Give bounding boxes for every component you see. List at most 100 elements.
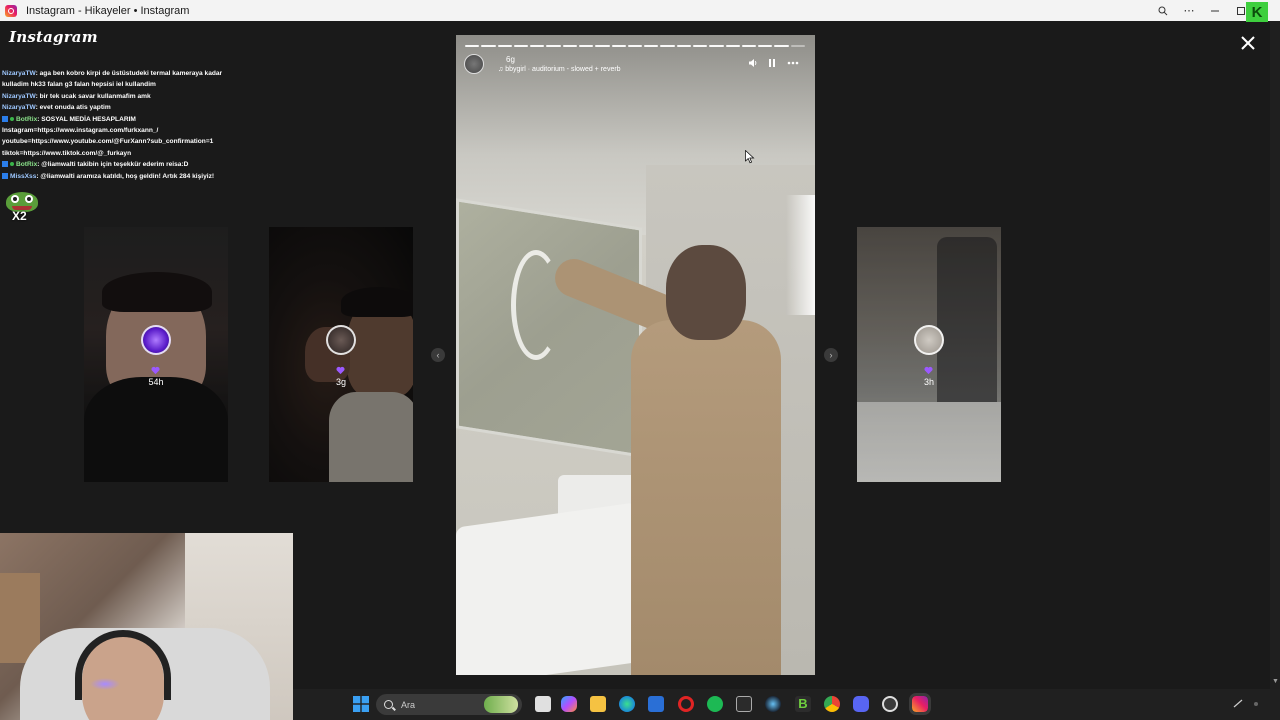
current-story[interactable]: 6g ♫ bbygirl · auditorium - slowed + rev… xyxy=(456,35,815,675)
windows-taskbar: Ara B xyxy=(293,689,1280,720)
close-story-button[interactable] xyxy=(1238,33,1258,53)
story-image-person xyxy=(631,320,781,675)
chat-text: : SOSYAL MEDİA HESAPLARIM xyxy=(37,115,136,123)
instagram-app-icon xyxy=(5,4,17,17)
chat-username[interactable]: NizaryaTW xyxy=(2,70,36,77)
chat-badge-icon xyxy=(2,115,8,122)
chat-message: youtube=https://www.youtube.com/@FurXann… xyxy=(2,136,262,147)
story-progress-segment xyxy=(546,45,561,47)
store-icon[interactable] xyxy=(648,696,664,712)
chat-text: : @liamwalti takibin için teşekkür ederi… xyxy=(37,161,189,169)
edge-icon[interactable] xyxy=(619,696,635,712)
story-progress-segment xyxy=(660,45,675,47)
story-progress-bar xyxy=(465,45,805,47)
mute-button[interactable] xyxy=(746,58,760,71)
story-progress-segment xyxy=(676,45,691,47)
chat-text: : @liamwalti aramıza katıldı, hoş geldin… xyxy=(36,172,215,180)
instagram-icon[interactable] xyxy=(909,693,931,715)
chat-username[interactable]: MissXss xyxy=(10,173,36,180)
chat-username[interactable]: NizaryaTW xyxy=(2,104,36,111)
obs-icon[interactable] xyxy=(882,696,898,712)
chat-username[interactable]: BotRix xyxy=(16,116,37,123)
emote-multiplier: X2 xyxy=(12,209,27,223)
story-progress-segment xyxy=(790,45,805,47)
b-app-icon[interactable]: B xyxy=(795,696,811,712)
more-options-icon[interactable]: ⋯ xyxy=(1176,0,1202,21)
story-card-avatar xyxy=(914,325,944,355)
chat-message: MissXss: @liamwalti aramıza katıldı, hoş… xyxy=(2,171,262,182)
story-card-avatar xyxy=(326,325,356,355)
chat-username[interactable]: NizaryaTW xyxy=(2,93,36,100)
chat-text: kulladim hk33 falan g3 falan hepsisi iel… xyxy=(2,81,156,89)
search-icon xyxy=(384,700,393,709)
story-progress-segment xyxy=(741,45,757,47)
scroll-down-arrow[interactable]: ▼ xyxy=(1272,678,1279,686)
previous-story-arrow[interactable]: ‹ xyxy=(431,348,445,362)
chrome-icon[interactable] xyxy=(824,696,840,712)
story-progress-segment xyxy=(611,45,626,47)
chat-username[interactable]: BotRix xyxy=(16,161,37,168)
story-timestamp: 6g xyxy=(506,55,515,64)
chat-message: BotRix: @liamwalti takibin için teşekkür… xyxy=(2,159,262,170)
story-progress-segment xyxy=(644,45,659,47)
story-music-text: bbygirl · auditorium - slowed + reverb xyxy=(505,66,621,73)
more-icon xyxy=(787,61,799,65)
story-card-2[interactable]: 3g xyxy=(269,227,413,482)
story-card-time: 54h xyxy=(148,377,164,387)
file-explorer-icon[interactable] xyxy=(590,696,606,712)
story-card-3[interactable]: 3h xyxy=(857,227,1001,482)
chat-message: BotRix: SOSYAL MEDİA HESAPLARIM xyxy=(2,114,262,125)
close-icon xyxy=(1241,36,1255,50)
chat-message: kulladim hk33 falan g3 falan hepsisi iel… xyxy=(2,79,262,90)
zoom-icon[interactable] xyxy=(1150,0,1176,21)
copilot-icon[interactable] xyxy=(561,696,577,712)
next-story-arrow[interactable]: › xyxy=(824,348,838,362)
story-progress-segment xyxy=(595,45,610,47)
chat-message: Instagram=https://www.instagram.com/furk… xyxy=(2,125,262,136)
system-tray[interactable] xyxy=(1232,699,1272,711)
story-author-avatar[interactable] xyxy=(464,54,484,74)
story-options-button[interactable] xyxy=(786,58,800,71)
chat-message: NizaryaTW: aga ben kobro kirpi de üstüst… xyxy=(2,68,262,79)
story-image-graffiti xyxy=(511,250,561,360)
heart-icon xyxy=(151,366,160,375)
search-placeholder: Ara xyxy=(401,699,416,710)
story-progress-segment xyxy=(774,45,789,47)
story-header: 6g ♫ bbygirl · auditorium - slowed + rev… xyxy=(464,53,807,79)
windows-start-icon[interactable] xyxy=(353,696,369,712)
speaker-icon xyxy=(749,59,757,67)
opera-icon[interactable] xyxy=(678,696,694,712)
story-progress-segment xyxy=(758,45,773,47)
chat-badge-icon xyxy=(2,161,8,168)
story-progress-segment xyxy=(481,45,496,47)
pause-button[interactable] xyxy=(765,58,779,71)
task-view-icon[interactable] xyxy=(535,696,551,712)
story-progress-segment xyxy=(725,45,740,47)
story-progress-segment xyxy=(627,45,643,47)
window-title: Instagram - Hikayeler • Instagram xyxy=(26,4,190,17)
story-progress-segment xyxy=(709,45,724,47)
epic-games-icon[interactable] xyxy=(736,696,752,712)
page-scrollbar[interactable] xyxy=(1270,21,1280,689)
steam-icon[interactable] xyxy=(765,696,781,712)
chat-badge-icon xyxy=(10,162,14,167)
story-card-time: 3g xyxy=(335,377,346,387)
taskbar-search-box[interactable]: Ara xyxy=(376,694,522,715)
instagram-logo[interactable]: Instagram xyxy=(9,28,98,46)
chat-badge-icon xyxy=(10,116,14,121)
chat-text: youtube=https://www.youtube.com/@FurXann… xyxy=(2,138,214,146)
minimize-button[interactable] xyxy=(1202,0,1228,21)
story-progress-segment xyxy=(562,45,577,47)
search-highlight-image xyxy=(484,696,518,713)
story-progress-segment xyxy=(497,45,512,47)
heart-icon xyxy=(924,366,933,375)
discord-icon[interactable] xyxy=(853,696,869,712)
frog-emote: X2 xyxy=(6,192,38,223)
tray-icons xyxy=(1233,699,1258,708)
story-music-label[interactable]: ♫ bbygirl · auditorium - slowed + reverb xyxy=(498,66,621,73)
mouse-cursor-icon xyxy=(745,150,755,164)
story-card-1[interactable]: 54h xyxy=(84,227,228,482)
spotify-icon[interactable] xyxy=(707,696,723,712)
story-card-time: 3h xyxy=(923,377,934,387)
chat-message: NizaryaTW: evet onuda atis yaptim xyxy=(2,102,262,113)
